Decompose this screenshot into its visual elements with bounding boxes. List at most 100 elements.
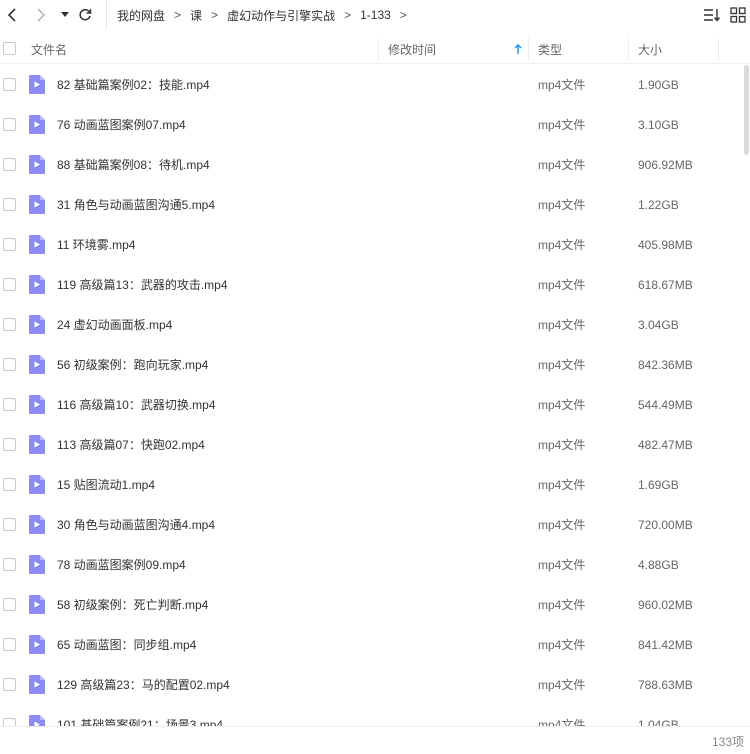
- file-size: 482.47MB: [638, 438, 693, 452]
- file-name[interactable]: 56 初级案例：跑向玩家.mp4: [57, 345, 208, 385]
- table-row[interactable]: 129 高级篇23：马的配置02.mp4 mp4文件 788.63MB: [0, 665, 750, 705]
- table-row[interactable]: 30 角色与动画蓝图沟通4.mp4 mp4文件 720.00MB: [0, 505, 750, 545]
- file-type: mp4文件: [538, 638, 586, 652]
- file-name[interactable]: 31 角色与动画蓝图沟通5.mp4: [57, 185, 215, 225]
- forward-button[interactable]: [33, 6, 49, 24]
- table-row[interactable]: 116 高级篇10：武器切换.mp4 mp4文件 544.49MB: [0, 385, 750, 425]
- breadcrumb-item[interactable]: 课: [190, 7, 202, 24]
- breadcrumb-item[interactable]: 1-133: [360, 8, 391, 22]
- file-name[interactable]: 129 高级篇23：马的配置02.mp4: [57, 665, 230, 705]
- item-count: 133项: [711, 735, 744, 749]
- table-row[interactable]: 31 角色与动画蓝图沟通5.mp4 mp4文件 1.22GB: [0, 185, 750, 225]
- file-name[interactable]: 11 环境雾.mp4: [57, 225, 135, 265]
- history-dropdown-button[interactable]: [57, 6, 73, 24]
- video-file-icon: [29, 475, 45, 494]
- file-type: mp4文件: [538, 438, 586, 452]
- table-row[interactable]: 65 动画蓝图：同步组.mp4 mp4文件 841.42MB: [0, 625, 750, 665]
- row-checkbox[interactable]: [3, 198, 16, 211]
- video-file-icon: [29, 715, 45, 726]
- row-checkbox[interactable]: [3, 118, 16, 131]
- column-name[interactable]: 文件名: [31, 34, 67, 64]
- sort-button[interactable]: [703, 7, 721, 23]
- row-checkbox[interactable]: [3, 638, 16, 651]
- file-name[interactable]: 78 动画蓝图案例09.mp4: [57, 545, 186, 585]
- breadcrumb-separator: >: [344, 8, 352, 22]
- row-checkbox[interactable]: [3, 238, 16, 251]
- column-divider[interactable]: [718, 38, 719, 60]
- breadcrumb-item[interactable]: 虚幻动作与引擎实战: [227, 7, 335, 24]
- row-checkbox[interactable]: [3, 558, 16, 571]
- file-type: mp4文件: [538, 718, 586, 726]
- row-checkbox[interactable]: [3, 398, 16, 411]
- file-name[interactable]: 76 动画蓝图案例07.mp4: [57, 105, 186, 145]
- file-name[interactable]: 113 高级篇07：快跑02.mp4: [57, 425, 205, 465]
- file-type: mp4文件: [538, 198, 586, 212]
- video-file-icon: [29, 435, 45, 454]
- table-row[interactable]: 11 环境雾.mp4 mp4文件 405.98MB: [0, 225, 750, 265]
- view-toggle-button[interactable]: [730, 7, 746, 23]
- refresh-button[interactable]: [77, 6, 93, 24]
- file-name[interactable]: 119 高级篇13：武器的攻击.mp4: [57, 265, 228, 305]
- row-checkbox[interactable]: [3, 598, 16, 611]
- video-file-icon: [29, 635, 45, 654]
- breadcrumb-separator: >: [174, 8, 182, 22]
- table-row[interactable]: 15 贴图流动1.mp4 mp4文件 1.69GB: [0, 465, 750, 505]
- file-size: 405.98MB: [638, 238, 693, 252]
- file-name[interactable]: 88 基础篇案例08：待机.mp4: [57, 145, 210, 185]
- file-name[interactable]: 58 初级案例：死亡判断.mp4: [57, 585, 208, 625]
- video-file-icon: [29, 595, 45, 614]
- column-divider[interactable]: [628, 38, 629, 60]
- row-checkbox[interactable]: [3, 518, 16, 531]
- row-checkbox[interactable]: [3, 158, 16, 171]
- column-divider[interactable]: [378, 38, 379, 60]
- select-all-checkbox[interactable]: [3, 42, 16, 55]
- file-type: mp4文件: [538, 238, 586, 252]
- column-size[interactable]: 大小: [638, 34, 662, 64]
- file-name[interactable]: 82 基础篇案例02：技能.mp4: [57, 65, 210, 105]
- file-size: 788.63MB: [638, 678, 693, 692]
- video-file-icon: [29, 275, 45, 294]
- column-type[interactable]: 类型: [538, 34, 562, 64]
- table-row[interactable]: 88 基础篇案例08：待机.mp4 mp4文件 906.92MB: [0, 145, 750, 185]
- video-file-icon: [29, 195, 45, 214]
- row-checkbox[interactable]: [3, 478, 16, 491]
- file-name[interactable]: 24 虚幻动画面板.mp4: [57, 305, 172, 345]
- chevron-right-icon: [37, 8, 46, 22]
- row-checkbox[interactable]: [3, 78, 16, 91]
- video-file-icon: [29, 675, 45, 694]
- row-checkbox[interactable]: [3, 278, 16, 291]
- table-row[interactable]: 24 虚幻动画面板.mp4 mp4文件 3.04GB: [0, 305, 750, 345]
- table-row[interactable]: 56 初级案例：跑向玩家.mp4 mp4文件 842.36MB: [0, 345, 750, 385]
- file-type: mp4文件: [538, 558, 586, 572]
- file-name[interactable]: 15 贴图流动1.mp4: [57, 465, 155, 505]
- file-list: 82 基础篇案例02：技能.mp4 mp4文件 1.90GB 76 动画蓝图案例07.…: [0, 65, 750, 726]
- refresh-icon: [79, 8, 92, 21]
- table-row[interactable]: 119 高级篇13：武器的攻击.mp4 mp4文件 618.67MB: [0, 265, 750, 305]
- file-name[interactable]: 30 角色与动画蓝图沟通4.mp4: [57, 505, 215, 545]
- sort-ascending-icon[interactable]: [514, 34, 522, 64]
- table-row[interactable]: 58 初级案例：死亡判断.mp4 mp4文件 960.02MB: [0, 585, 750, 625]
- file-name[interactable]: 116 高级篇10：武器切换.mp4: [57, 385, 216, 425]
- row-checkbox[interactable]: [3, 718, 16, 726]
- file-name[interactable]: 101 基础篇案例21：场景3.mp4: [57, 705, 223, 726]
- column-modified[interactable]: 修改时间: [388, 34, 436, 64]
- row-checkbox[interactable]: [3, 438, 16, 451]
- file-type: mp4文件: [538, 598, 586, 612]
- breadcrumb-item[interactable]: 我的网盘: [117, 7, 165, 24]
- table-row[interactable]: 101 基础篇案例21：场景3.mp4 mp4文件 1.04GB: [0, 705, 750, 726]
- table-row[interactable]: 113 高级篇07：快跑02.mp4 mp4文件 482.47MB: [0, 425, 750, 465]
- file-size: 720.00MB: [638, 518, 693, 532]
- column-divider[interactable]: [528, 38, 529, 60]
- row-checkbox[interactable]: [3, 358, 16, 371]
- row-checkbox[interactable]: [3, 678, 16, 691]
- file-size: 1.69GB: [638, 478, 679, 492]
- breadcrumb-separator[interactable]: >: [400, 8, 407, 22]
- file-type: mp4文件: [538, 678, 586, 692]
- table-row[interactable]: 82 基础篇案例02：技能.mp4 mp4文件 1.90GB: [0, 65, 750, 105]
- scrollbar-thumb[interactable]: [744, 65, 749, 155]
- back-button[interactable]: [4, 6, 20, 24]
- file-name[interactable]: 65 动画蓝图：同步组.mp4: [57, 625, 196, 665]
- row-checkbox[interactable]: [3, 318, 16, 331]
- table-row[interactable]: 78 动画蓝图案例09.mp4 mp4文件 4.88GB: [0, 545, 750, 585]
- table-row[interactable]: 76 动画蓝图案例07.mp4 mp4文件 3.10GB: [0, 105, 750, 145]
